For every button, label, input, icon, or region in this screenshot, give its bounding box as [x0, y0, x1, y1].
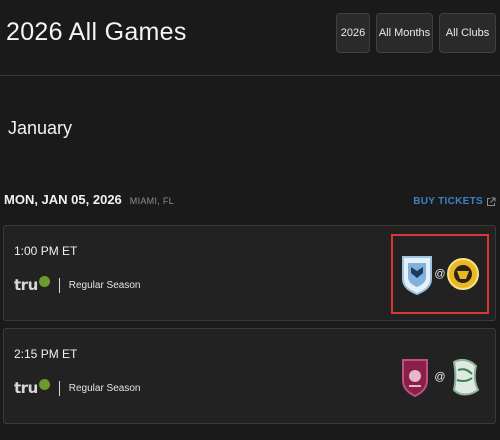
- broadcaster-name: tru: [14, 276, 38, 294]
- at-sign: @: [434, 268, 446, 280]
- home-team-logo[interactable]: [448, 356, 482, 398]
- home-team-logo[interactable]: [446, 253, 480, 295]
- divider: [58, 380, 60, 396]
- game-time: 1:00 PM ET: [14, 244, 78, 258]
- tru-tv-logo: tru: [14, 378, 50, 397]
- game-card[interactable]: 2:15 PM ET tru Regular Season @: [3, 328, 496, 424]
- game-time: 2:15 PM ET: [14, 347, 78, 361]
- matchup-highlighted[interactable]: @: [391, 234, 489, 314]
- game-type: Regular Season: [68, 382, 141, 394]
- game-location: MIAMI, FL: [129, 196, 174, 206]
- tru-tv-logo: tru: [14, 275, 50, 294]
- buy-tickets-label: BUY TICKETS: [413, 196, 483, 207]
- at-sign: @: [434, 371, 446, 383]
- broadcast-info: tru Regular Season: [14, 275, 141, 294]
- away-team-logo[interactable]: [400, 253, 434, 295]
- broadcaster-name: tru: [14, 379, 38, 397]
- month-filter-button[interactable]: All Months: [376, 13, 433, 53]
- buy-tickets-link[interactable]: BUY TICKETS: [413, 196, 496, 207]
- year-filter-button[interactable]: 2026: [336, 13, 370, 53]
- divider: [58, 277, 60, 293]
- game-card[interactable]: 1:00 PM ET tru Regular Season @: [3, 225, 496, 321]
- page-title: 2026 All Games: [6, 18, 187, 46]
- game-type: Regular Season: [68, 279, 141, 291]
- away-team-logo[interactable]: [398, 356, 432, 398]
- matchup[interactable]: @: [391, 337, 489, 417]
- external-link-icon: [486, 197, 496, 207]
- broadcast-info: tru Regular Season: [14, 378, 141, 397]
- game-date: MON, JAN 05, 2026: [4, 192, 122, 207]
- month-heading: January: [8, 118, 73, 138]
- club-filter-button[interactable]: All Clubs: [439, 13, 496, 53]
- page-header: 2026 All Games 2026 All Months All Clubs: [0, 0, 500, 76]
- game-day-header: MON, JAN 05, 2026 MIAMI, FL BUY TICKETS: [4, 192, 496, 210]
